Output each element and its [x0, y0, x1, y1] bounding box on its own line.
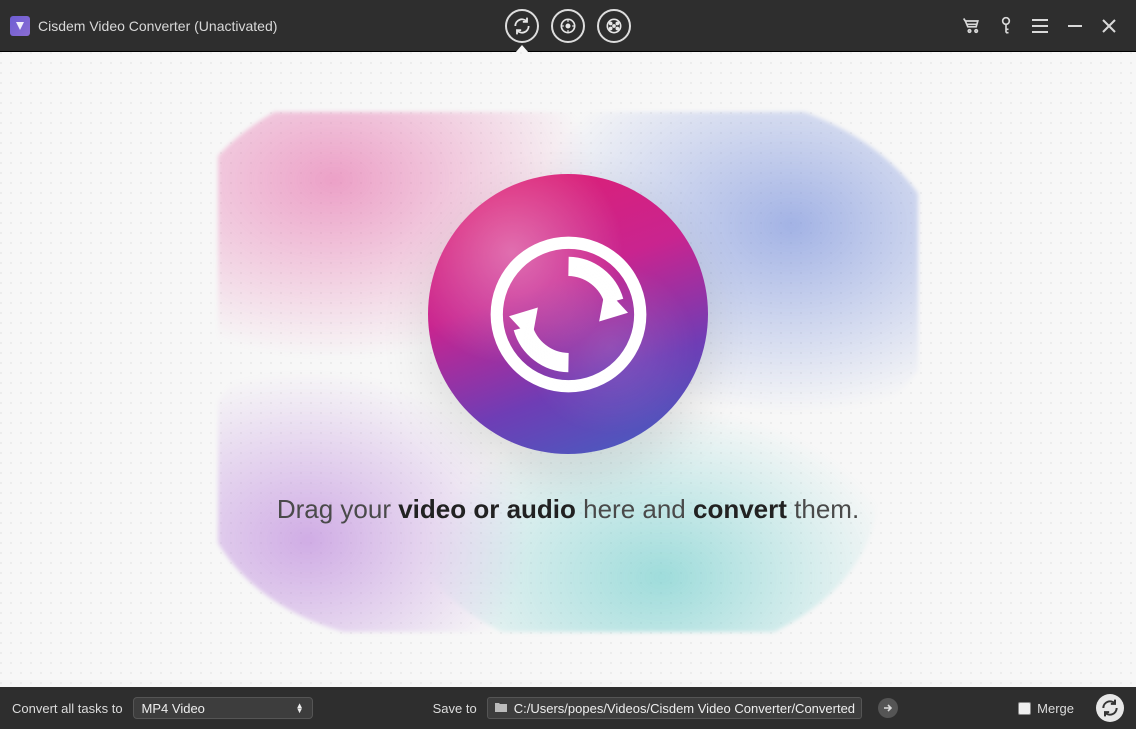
hero-convert-icon — [428, 174, 708, 454]
output-format-value: MP4 Video — [142, 701, 205, 716]
open-folder-button[interactable] — [878, 698, 898, 718]
mode-rip-button[interactable] — [597, 9, 631, 43]
save-to-label: Save to — [433, 701, 477, 716]
start-convert-button[interactable] — [1096, 694, 1124, 722]
hero-stack: Drag your video or audio here and conver… — [277, 174, 859, 525]
close-button[interactable] — [1100, 17, 1118, 35]
merge-checkbox[interactable] — [1018, 702, 1031, 715]
bottombar: Convert all tasks to MP4 Video ▲▼ Save t… — [0, 687, 1136, 729]
mode-download-button[interactable] — [551, 9, 585, 43]
save-path-field[interactable]: C:/Users/popes/Videos/Cisdem Video Conve… — [487, 697, 862, 719]
cart-icon[interactable] — [962, 16, 982, 36]
minimize-button[interactable] — [1066, 17, 1084, 35]
output-format-select[interactable]: MP4 Video ▲▼ — [133, 697, 313, 719]
app-logo-icon — [10, 16, 30, 36]
menu-icon[interactable] — [1030, 17, 1050, 35]
merge-toggle[interactable]: Merge — [1018, 701, 1074, 716]
instr-b1: video or audio — [398, 494, 576, 524]
titlebar: Cisdem Video Converter (Unactivated) — [0, 0, 1136, 52]
titlebar-right — [962, 16, 1136, 36]
mode-switcher — [505, 0, 631, 51]
instr-mid: here and — [576, 494, 693, 524]
instr-b2: convert — [693, 494, 787, 524]
key-icon[interactable] — [998, 16, 1014, 36]
merge-label: Merge — [1037, 701, 1074, 716]
instr-post: them. — [787, 494, 859, 524]
save-path-value: C:/Users/popes/Videos/Cisdem Video Conve… — [514, 701, 855, 716]
folder-icon — [494, 701, 508, 716]
convert-all-label: Convert all tasks to — [12, 701, 123, 716]
select-arrows-icon: ▲▼ — [296, 703, 304, 713]
drop-area[interactable]: Drag your video or audio here and conver… — [0, 52, 1136, 687]
mode-convert-button[interactable] — [505, 9, 539, 43]
titlebar-left: Cisdem Video Converter (Unactivated) — [0, 16, 277, 36]
instr-pre: Drag your — [277, 494, 398, 524]
app-title: Cisdem Video Converter (Unactivated) — [38, 18, 277, 34]
drop-instruction: Drag your video or audio here and conver… — [277, 494, 859, 525]
